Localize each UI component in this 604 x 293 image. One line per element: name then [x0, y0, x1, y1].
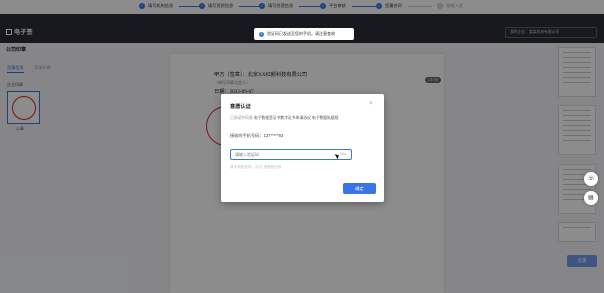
voice-code-hint[interactable]: 收不到验证码，试试 语音验证码 — [230, 165, 281, 170]
dialog-title: 意愿认证 — [230, 104, 251, 110]
phone-info: 接收的手机号码：137*****92 — [230, 133, 284, 138]
confirm-button[interactable]: 确定 — [343, 183, 376, 194]
close-icon[interactable]: × — [369, 101, 373, 107]
info-icon: i — [259, 31, 264, 37]
phone-value: 137*****92 — [263, 133, 284, 138]
verification-code-input[interactable] — [230, 149, 352, 160]
agreement-text: 已阅读并同意 电子数据签证书数字证书申请协议 电子数据私据规 — [230, 116, 339, 120]
resend-countdown[interactable]: 60s — [340, 152, 346, 156]
chat-icon[interactable]: ▤ — [584, 191, 598, 205]
agreement-links[interactable]: 电子数据签证书数字证书申请协议 电子数据私据规 — [254, 116, 339, 120]
toast-message: i 验证码已发送至您的手机，请注意查收 — [254, 28, 354, 40]
headset-icon[interactable]: ☏ — [584, 172, 598, 186]
